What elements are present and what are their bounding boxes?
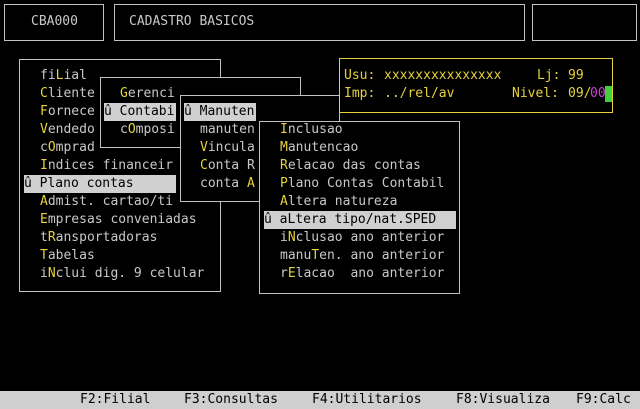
main-menu-item[interactable]: cOmprad (40, 139, 95, 157)
f4-utilitarios-key[interactable]: F4:Utilitarios (312, 391, 422, 409)
session-info-panel: Usu: xxxxxxxxxxxxxxx Lj: 99 Imp: ../rel/… (339, 58, 613, 113)
main-menu-item[interactable]: Cliente (40, 85, 95, 103)
submenu-plano-contas-item[interactable]: cOmposi (120, 121, 175, 139)
function-key-bar: F2:Filial F3:Consultas F4:Utilitarios F8… (0, 391, 640, 409)
submenu-manutencao-item[interactable]: û aLtera tipo/nat.SPED (264, 211, 456, 229)
page-title: CADASTRO BASICOS (129, 14, 255, 29)
main-menu-item[interactable]: û Plano contas (24, 175, 176, 193)
submenu-contabil-item[interactable]: û Manuten (184, 103, 256, 121)
main-menu-item[interactable]: fiLial (40, 67, 87, 85)
submenu-plano-contas-item[interactable]: Gerenci (120, 85, 175, 103)
f2-filial-key[interactable]: F2:Filial (80, 391, 150, 409)
submenu-manutencao-item[interactable]: Altera natureza (280, 193, 397, 211)
level-value-sub: 00 (590, 86, 606, 101)
submenu-manutencao-item[interactable]: Plano Contas Contabil (280, 175, 444, 193)
main-menu-item[interactable]: Fornece (40, 103, 95, 121)
level-value: 09/ (568, 86, 592, 101)
submenu-plano-contas-item[interactable]: û Contabi (104, 103, 176, 121)
f8-visualiza-key[interactable]: F8:Visualiza (456, 391, 550, 409)
header-code-box: CBA000 (4, 4, 104, 41)
submenu-contabil-item[interactable]: manuten (200, 121, 255, 139)
submenu-manutencao-item[interactable]: Manutencao (280, 139, 358, 157)
submenu-manutencao-item[interactable]: Inclusao (280, 121, 343, 139)
store-label: Lj: (537, 68, 561, 83)
main-menu-item[interactable]: Tabelas (40, 247, 95, 265)
printer-label: Imp: (344, 86, 376, 101)
main-menu-item[interactable]: Empresas conveniadas (40, 211, 197, 229)
user-value: xxxxxxxxxxxxxxx (384, 68, 502, 83)
submenu-contabil-item[interactable]: conta A (200, 175, 255, 193)
f3-consultas-key[interactable]: F3:Consultas (184, 391, 278, 409)
program-code: CBA000 (31, 14, 78, 29)
printer-value: ../rel/av (384, 86, 455, 101)
submenu-contabil-item[interactable]: Vincula (200, 139, 255, 157)
main-menu-item[interactable]: Admist. cartao/ti (40, 193, 173, 211)
main-menu-item[interactable]: iNclui dig. 9 celular (40, 265, 204, 283)
header-title-box: CADASTRO BASICOS (114, 4, 525, 41)
text-cursor (605, 86, 612, 102)
submenu-manutencao-item[interactable]: iNclusao ano anterior (280, 229, 444, 247)
main-menu-item[interactable]: tRansportadoras (40, 229, 157, 247)
header-empty-box (532, 4, 637, 41)
level-label: Nivel: (512, 86, 559, 101)
f9-calc-key[interactable]: F9:Calc (576, 391, 631, 409)
submenu-manutencao-item[interactable]: rElacao ano anterior (280, 265, 444, 283)
submenu-manutencao-item[interactable]: Relacao das contas (280, 157, 421, 175)
user-label: Usu: (344, 68, 376, 83)
main-menu-item[interactable]: Indices financeir (40, 157, 173, 175)
main-menu-item[interactable]: Vendedo (40, 121, 95, 139)
submenu-manutencao-item[interactable]: manuTen. ano anterior (280, 247, 444, 265)
submenu-contabil-item[interactable]: Conta R (200, 157, 255, 175)
store-value: 99 (568, 68, 584, 83)
